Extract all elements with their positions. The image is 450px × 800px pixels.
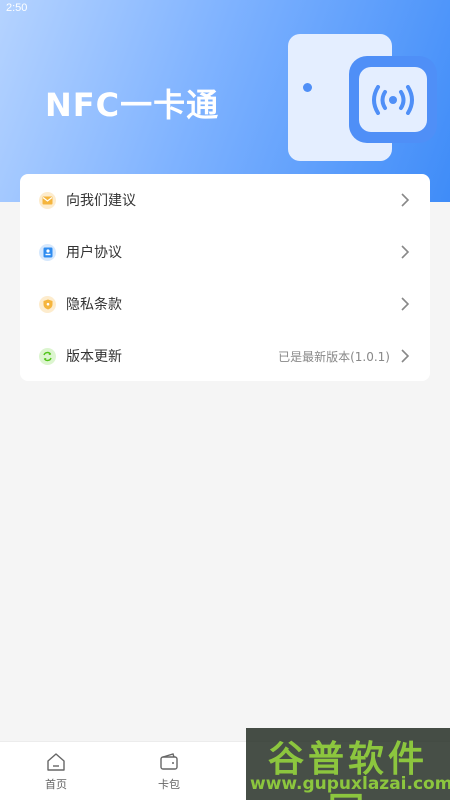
tab-label: 首页 [45,778,67,791]
chevron-right-icon [401,297,410,311]
chevron-right-icon [401,349,410,363]
refresh-icon [39,347,56,365]
watermark-url: www.gupuxlazai.com [250,774,450,794]
menu-item-user-agreement[interactable]: 用户协议 [20,226,430,278]
watermark: 谷普软件园 www.gupuxlazai.com [246,728,450,800]
tab-label: 卡包 [158,778,180,791]
nfc-signal-icon [372,84,414,115]
tab-home[interactable]: 首页 [16,742,96,800]
menu-item-label: 向我们建议 [66,193,136,209]
settings-card: 向我们建议 用户协议 隐私条款 版本更新 已是最新版本(1.0.1) [20,174,430,381]
version-status: 已是最新版本(1.0.1) [278,349,390,364]
tab-wallet[interactable]: 卡包 [129,742,209,800]
menu-item-privacy[interactable]: 隐私条款 [20,278,430,330]
status-time: 2:50 [6,2,28,14]
menu-item-label: 隐私条款 [66,297,122,313]
menu-item-label: 版本更新 [66,349,122,365]
app-title: NFC一卡通 [45,86,220,124]
shield-icon [39,295,56,313]
chevron-right-icon [401,245,410,259]
chevron-right-icon [401,193,410,207]
door-knob [303,83,312,92]
menu-item-feedback[interactable]: 向我们建议 [20,174,430,226]
user-card-icon [39,243,56,261]
header-banner: 2:50 NFC一卡通 [0,0,450,202]
wallet-icon [160,753,178,770]
menu-item-label: 用户协议 [66,245,122,261]
mail-icon [39,191,56,209]
home-icon [47,753,65,771]
nfc-badge [349,56,437,143]
menu-item-version[interactable]: 版本更新 已是最新版本(1.0.1) [20,330,430,382]
